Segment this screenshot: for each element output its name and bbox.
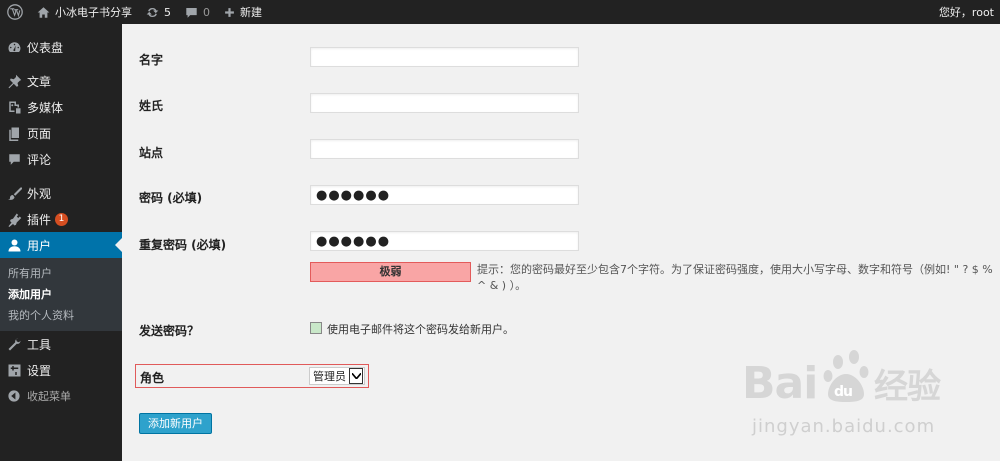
page-icon: [6, 125, 22, 141]
collapse-menu-button[interactable]: 收起菜单: [0, 383, 122, 409]
role-select-value: 管理员: [313, 370, 346, 383]
updates-link[interactable]: 5: [139, 0, 178, 24]
account-menu[interactable]: 您好，root: [932, 0, 1000, 24]
new-content-link[interactable]: 新建: [217, 0, 269, 24]
users-submenu: 所有用户 添加用户 我的个人资料: [0, 258, 122, 331]
menu-label-collapse: 收起菜单: [27, 390, 71, 403]
svg-text:Bai: Bai: [742, 358, 817, 409]
collapse-icon: [6, 388, 22, 404]
menu-label-pages: 页面: [27, 126, 52, 141]
dashboard-icon: [6, 39, 22, 55]
svg-text:du: du: [834, 384, 852, 400]
add-new-user-button[interactable]: 添加新用户: [139, 413, 212, 434]
menu-label-tools: 工具: [27, 337, 52, 352]
menu-label-posts: 文章: [27, 74, 52, 89]
site-name-link[interactable]: 小冰电子书分享: [30, 0, 139, 24]
plugin-icon: [6, 211, 22, 227]
website-label: 站点: [139, 146, 164, 160]
menu-label-media: 多媒体: [27, 100, 64, 115]
menu-label-appearance: 外观: [27, 186, 52, 201]
menu-item-dashboard[interactable]: 仪表盘: [0, 34, 122, 60]
menu-item-users[interactable]: 用户: [0, 232, 122, 258]
role-highlight-box: 角色 管理员: [135, 364, 369, 388]
brush-icon: [6, 185, 22, 201]
comments-link[interactable]: 0: [178, 0, 217, 24]
submenu-all-users[interactable]: 所有用户: [0, 263, 122, 284]
role-select[interactable]: 管理员: [309, 367, 365, 385]
wordpress-logo-button[interactable]: [0, 0, 30, 24]
updates-count: 5: [164, 5, 171, 19]
wordpress-icon: [7, 4, 23, 20]
password-input[interactable]: ●●●●●●: [310, 185, 579, 205]
baidu-jingyan-watermark: Bai du 经验 jingyan.baidu.com: [742, 346, 972, 444]
menu-label-comments: 评论: [27, 152, 52, 167]
send-password-label: 发送密码？: [139, 324, 200, 338]
user-icon: [6, 237, 22, 253]
settings-icon: [6, 362, 22, 378]
last-name-input[interactable]: [310, 93, 579, 113]
repeat-password-input[interactable]: ●●●●●●: [310, 231, 579, 251]
password-strength-indicator: 极弱: [310, 262, 471, 282]
menu-item-media[interactable]: 多媒体: [0, 94, 122, 120]
menu-item-posts[interactable]: 文章: [0, 68, 122, 94]
website-input[interactable]: [310, 139, 579, 159]
chevron-down-icon: [349, 368, 363, 384]
baidu-watermark-url: jingyan.baidu.com: [752, 416, 936, 437]
menu-item-tools[interactable]: 工具: [0, 331, 122, 357]
menu-label-users: 用户: [27, 238, 52, 253]
admin-sidebar: 仪表盘 文章 多媒体 页面 评论 外观 插件 1 用户 所有用户 添加用户 我的…: [0, 24, 122, 461]
last-name-label: 姓氏: [139, 99, 164, 113]
comment-icon: [186, 7, 197, 18]
menu-label-dashboard: 仪表盘: [27, 40, 64, 55]
svg-text:经验: 经验: [874, 367, 941, 407]
greeting: 您好，root: [938, 6, 994, 19]
pin-icon: [6, 73, 22, 89]
send-password-checkbox[interactable]: [310, 322, 322, 334]
first-name-input[interactable]: [310, 47, 579, 67]
send-password-checkbox-label[interactable]: 使用电子邮件将这个密码发给新用户。: [327, 321, 514, 337]
wrench-icon: [6, 336, 22, 352]
menu-item-plugins[interactable]: 插件 1: [0, 206, 122, 232]
admin-bar: 小冰电子书分享 5 0 新建 您好，root: [0, 0, 1000, 24]
password-hint: 提示：您的密码最好至少包含7个字符。为了保证密码强度，使用大小写字母、数字和符号…: [477, 263, 993, 292]
role-label: 角色: [140, 371, 165, 385]
repeat-password-label: 重复密码 (必填): [139, 238, 227, 252]
menu-item-appearance[interactable]: 外观: [0, 180, 122, 206]
menu-item-comments[interactable]: 评论: [0, 146, 122, 172]
menu-item-pages[interactable]: 页面: [0, 120, 122, 146]
baidu-watermark-logo: Bai du 经验: [742, 346, 972, 412]
menu-label-settings: 设置: [27, 363, 52, 378]
site-name: 小冰电子书分享: [55, 6, 132, 19]
updates-icon: [146, 7, 159, 17]
media-icon: [6, 99, 22, 115]
password-label: 密码 (必填): [139, 191, 203, 205]
menu-label-plugins: 插件: [27, 212, 52, 227]
plugin-update-badge: 1: [55, 212, 69, 226]
submenu-profile[interactable]: 我的个人资料: [0, 305, 122, 326]
plus-icon: [225, 7, 234, 17]
home-icon: [37, 6, 50, 18]
menu-item-settings[interactable]: 设置: [0, 357, 122, 383]
new-label: 新建: [240, 6, 262, 19]
first-name-label: 名字: [139, 53, 164, 67]
submenu-add-user[interactable]: 添加用户: [0, 284, 122, 305]
comment-icon: [6, 151, 22, 167]
comments-count: 0: [203, 5, 210, 19]
